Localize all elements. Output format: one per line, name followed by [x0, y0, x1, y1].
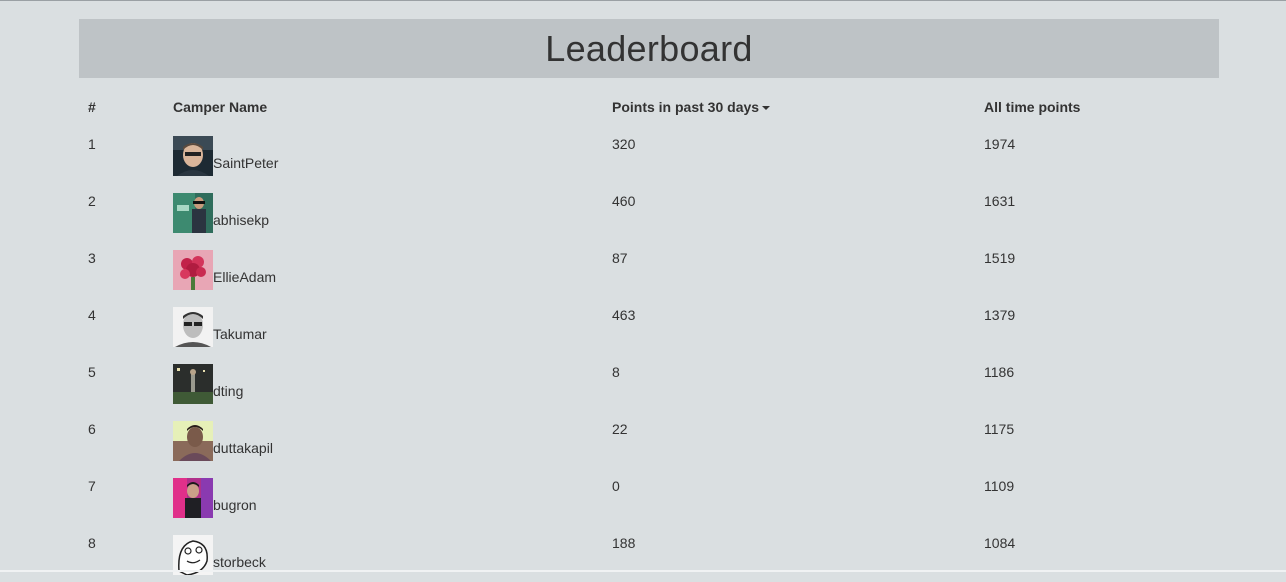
table-row: 4 Takumar 463 1379: [79, 297, 1219, 354]
alltime-points-cell: 1084: [984, 535, 1016, 551]
avatar-image[interactable]: [173, 307, 213, 347]
recent-points-cell: 22: [612, 421, 628, 437]
sort-alltime-points-link[interactable]: All time points: [984, 99, 1080, 115]
camper-name-link[interactable]: duttakapil: [213, 440, 273, 461]
alltime-points-cell: 1175: [984, 421, 1015, 437]
page-title: Leaderboard: [545, 27, 753, 69]
leaderboard-table: # Camper Name Points in past 30 days All…: [79, 88, 1219, 582]
rank-cell: 4: [88, 307, 96, 323]
alltime-points-cell: 1379: [984, 307, 1016, 323]
alltime-points-cell: 1974: [984, 136, 1016, 152]
rank-cell: 3: [88, 250, 96, 266]
camper-cell: abhisekp: [164, 183, 603, 240]
rank-cell: 1: [88, 136, 96, 152]
rank-cell: 2: [88, 193, 96, 209]
avatar-image[interactable]: [173, 478, 213, 518]
sort-caret-down-icon: [762, 106, 771, 111]
avatar-image[interactable]: [173, 535, 213, 575]
avatar-image[interactable]: [173, 364, 213, 404]
column-header-recent-label: Points in past 30 days: [612, 99, 760, 115]
recent-points-cell: 463: [612, 307, 636, 323]
recent-points-cell: 8: [612, 364, 620, 380]
camper-name-link[interactable]: SaintPeter: [213, 155, 278, 176]
camper-cell: bugron: [164, 468, 603, 525]
recent-points-cell: 87: [612, 250, 628, 266]
table-header-row: # Camper Name Points in past 30 days All…: [79, 88, 1219, 126]
table-row: 5 dting 8 1186: [79, 354, 1219, 411]
table-row: 8 storbeck 188 1084: [79, 525, 1219, 582]
alltime-points-cell: 1186: [984, 364, 1015, 380]
camper-name-link[interactable]: abhisekp: [213, 212, 269, 233]
camper-name-link[interactable]: Takumar: [213, 326, 267, 347]
table-row: 3 EllieAdam 87 1519: [79, 240, 1219, 297]
window-top-border: [0, 0, 1286, 1]
alltime-points-cell: 1519: [984, 250, 1016, 266]
avatar-image[interactable]: [173, 193, 213, 233]
alltime-points-cell: 1631: [984, 193, 1016, 209]
column-header-rank: #: [88, 99, 96, 115]
avatar-image[interactable]: [173, 250, 213, 290]
table-row: 7 bugron 0 1109: [79, 468, 1219, 525]
sort-recent-points-link[interactable]: Points in past 30 days: [612, 99, 771, 115]
camper-cell: Takumar: [164, 297, 603, 354]
camper-cell: storbeck: [164, 525, 603, 582]
table-row: 2 abhisekp 460 1631: [79, 183, 1219, 240]
avatar-image[interactable]: [173, 421, 213, 461]
table-row: 1 SaintPeter 320 1974: [79, 126, 1219, 183]
camper-cell: dting: [164, 354, 603, 411]
recent-points-cell: 320: [612, 136, 636, 152]
recent-points-cell: 188: [612, 535, 636, 551]
recent-points-cell: 0: [612, 478, 620, 494]
column-header-name: Camper Name: [173, 99, 268, 115]
alltime-points-cell: 1109: [984, 478, 1015, 494]
header-bar: Leaderboard: [79, 19, 1219, 78]
camper-name-link[interactable]: EllieAdam: [213, 269, 276, 290]
camper-name-link[interactable]: bugron: [213, 497, 257, 518]
rank-cell: 8: [88, 535, 96, 551]
avatar-image[interactable]: [173, 136, 213, 176]
recent-points-cell: 460: [612, 193, 636, 209]
camper-cell: EllieAdam: [164, 240, 603, 297]
camper-cell: duttakapil: [164, 411, 603, 468]
rank-cell: 5: [88, 364, 96, 380]
column-header-alltime-points[interactable]: All time points: [975, 88, 1219, 126]
camper-name-link[interactable]: dting: [213, 383, 243, 404]
table-row: 6 duttakapil 22 1175: [79, 411, 1219, 468]
rank-cell: 6: [88, 421, 96, 437]
camper-cell: SaintPeter: [164, 126, 603, 183]
rank-cell: 7: [88, 478, 96, 494]
column-header-recent-points[interactable]: Points in past 30 days: [603, 88, 975, 126]
